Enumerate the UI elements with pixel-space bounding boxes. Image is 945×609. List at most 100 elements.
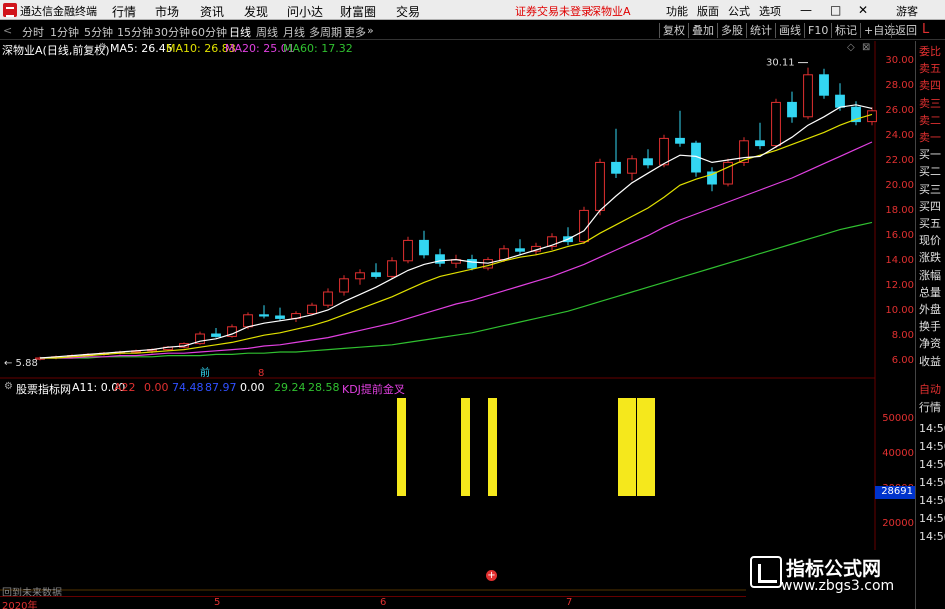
date-axis: 2020年 5 6 7 [0, 596, 875, 609]
side-panel-item[interactable]: 14:50 [919, 495, 945, 507]
side-panel-item[interactable]: 卖五 [919, 63, 941, 75]
side-panel-item[interactable]: 净资 [919, 338, 941, 350]
side-panel-item[interactable]: 自动 [919, 384, 941, 396]
maximize-icon[interactable]: □ [830, 3, 841, 17]
candle-body [419, 239, 429, 256]
ma60-label: MA60: 17.32 [283, 42, 353, 55]
chart-collapse-icon[interactable]: ⊠ [862, 42, 870, 53]
period-daily[interactable]: 日线 [229, 24, 251, 40]
period-fenshi[interactable]: 分时 [22, 24, 44, 40]
side-panel-item[interactable]: 涨幅 [919, 269, 941, 282]
side-panel-item[interactable]: 卖三 [919, 97, 941, 110]
side-panel-item[interactable]: 买三 [919, 183, 941, 196]
login-status[interactable]: 证券交易未登录 [515, 3, 592, 19]
kdj-label: KDJ提前金叉 [342, 383, 405, 396]
indicator-gear-icon[interactable]: ⚙ [4, 381, 13, 392]
side-panel-item[interactable]: 涨跌 [919, 252, 941, 264]
guest-button[interactable]: 游客 [896, 3, 918, 19]
side-panel-item[interactable]: 买二 [919, 166, 941, 178]
menu-caifuquan[interactable]: 财富圈 [340, 3, 376, 20]
candlestick-chart[interactable]: 30.11 ← 5.88 前 8 [0, 0, 945, 609]
ma60-line [40, 221, 873, 359]
add-circle-icon[interactable]: + [486, 570, 497, 581]
marker-label-2: 8 [258, 368, 264, 379]
chart-option-icon[interactable]: ◇ [847, 42, 855, 53]
minimize-icon[interactable]: — [800, 3, 812, 17]
price-axis-label: 28.00 [885, 80, 914, 91]
candle-body [275, 315, 285, 319]
price-axis-label: 10.00 [885, 305, 914, 316]
period-15min[interactable]: 15分钟 [117, 24, 153, 40]
btn-f10[interactable]: F10 [804, 23, 831, 38]
candle-body [51, 356, 61, 359]
app-title: 通达信金融终端 [20, 5, 97, 18]
side-panel-item[interactable]: 卖四 [919, 80, 941, 92]
candle-body [771, 101, 781, 147]
candle-body [483, 259, 493, 269]
menu-zixun[interactable]: 资讯 [200, 3, 224, 20]
sidebar-toggle-L[interactable]: L [922, 22, 929, 37]
candle-body [259, 314, 269, 317]
menu-wenxiaoda[interactable]: 问小达 [287, 3, 323, 20]
side-panel-item[interactable]: 现价 [919, 235, 941, 247]
side-panel-item[interactable]: 换手 [919, 321, 941, 333]
candle-body [179, 343, 189, 348]
price-axis-label: 26.00 [885, 105, 914, 116]
btn-xuanxiang[interactable]: 选项 [759, 3, 781, 19]
side-panel-item[interactable]: 卖二 [919, 114, 941, 127]
btn-banmian[interactable]: 版面 [697, 3, 719, 19]
period-30min[interactable]: 30分钟 [154, 24, 190, 40]
side-panel-item[interactable]: 总量 [919, 286, 941, 299]
period-monthly[interactable]: 月线 [283, 24, 305, 40]
menu-jiaoyi[interactable]: 交易 [396, 3, 420, 20]
menu-hangqing[interactable]: 行情 [112, 3, 136, 20]
main-chart-info: 深物业A(日线,前复权) ⚙ MA5: 26.45 MA10: 26.83 MA… [0, 41, 910, 57]
side-panel-item[interactable]: 14:50 [919, 531, 945, 543]
btn-biaoji[interactable]: 标记 [831, 23, 860, 38]
menu-faxian[interactable]: 发现 [244, 3, 268, 20]
more-chevron-icon[interactable]: » [367, 24, 374, 37]
side-panel-item[interactable]: 买五 [919, 218, 941, 230]
ind-value-3: 74.48 [172, 381, 204, 394]
candle-body [787, 101, 797, 118]
candle-body [595, 161, 605, 211]
btn-gongneng[interactable]: 功能 [666, 3, 688, 19]
indicator-axis-label: 20000 [882, 518, 914, 529]
period-weekly[interactable]: 周线 [256, 24, 278, 40]
btn-diejia[interactable]: 叠加 [688, 23, 717, 38]
settings-gear-icon[interactable]: ⚙ [98, 42, 107, 53]
side-panel-item[interactable]: 委比 [919, 46, 941, 58]
side-panel-item[interactable]: 外盘 [919, 304, 941, 316]
side-panel-item[interactable]: 14:50 [919, 459, 945, 471]
side-panel-item[interactable]: 14:50 [919, 441, 945, 453]
period-5min[interactable]: 5分钟 [84, 24, 113, 40]
period-more[interactable]: 更多 [344, 24, 366, 40]
side-panel-item[interactable]: 收益 [919, 355, 941, 368]
btn-tongji[interactable]: 统计 [746, 23, 775, 38]
ma5-label: MA5: 26.45 [110, 42, 173, 55]
period-multi[interactable]: 多周期 [309, 24, 342, 40]
btn-fuquan[interactable]: 复权 [659, 23, 688, 38]
btn-fanhui[interactable]: 返回 [891, 23, 920, 38]
candle-body [547, 236, 557, 247]
back-arrow-icon[interactable]: < [3, 24, 12, 37]
close-icon[interactable]: ✕ [858, 3, 868, 17]
side-panel-item[interactable]: 14:50 [919, 513, 945, 525]
period-1min[interactable]: 1分钟 [50, 24, 79, 40]
price-axis-label: 14.00 [885, 255, 914, 266]
side-panel-item[interactable]: 买一 [919, 149, 941, 161]
candle-body [243, 314, 253, 328]
side-panel-item[interactable]: 14:50 [919, 477, 945, 489]
btn-gongshi[interactable]: 公式 [728, 3, 750, 19]
period-60min[interactable]: 60分钟 [191, 24, 227, 40]
side-panel-item[interactable]: 14:50 [919, 423, 945, 435]
side-panel-item[interactable]: 买四 [919, 200, 941, 213]
quote-side-panel: 委比卖五卖四卖三卖二卖一买一买二买三买四买五现价涨跌涨幅总量外盘换手净资收益自动… [915, 41, 945, 609]
side-panel-item[interactable]: 卖一 [919, 132, 941, 144]
kdj-signal-bar [637, 398, 655, 496]
btn-duogu[interactable]: 多股 [717, 23, 746, 38]
menu-shichang[interactable]: 市场 [155, 3, 179, 20]
side-panel-item[interactable]: 行情 [919, 402, 941, 414]
ma5-line [39, 104, 873, 359]
btn-huaxian[interactable]: 画线 [775, 23, 804, 38]
